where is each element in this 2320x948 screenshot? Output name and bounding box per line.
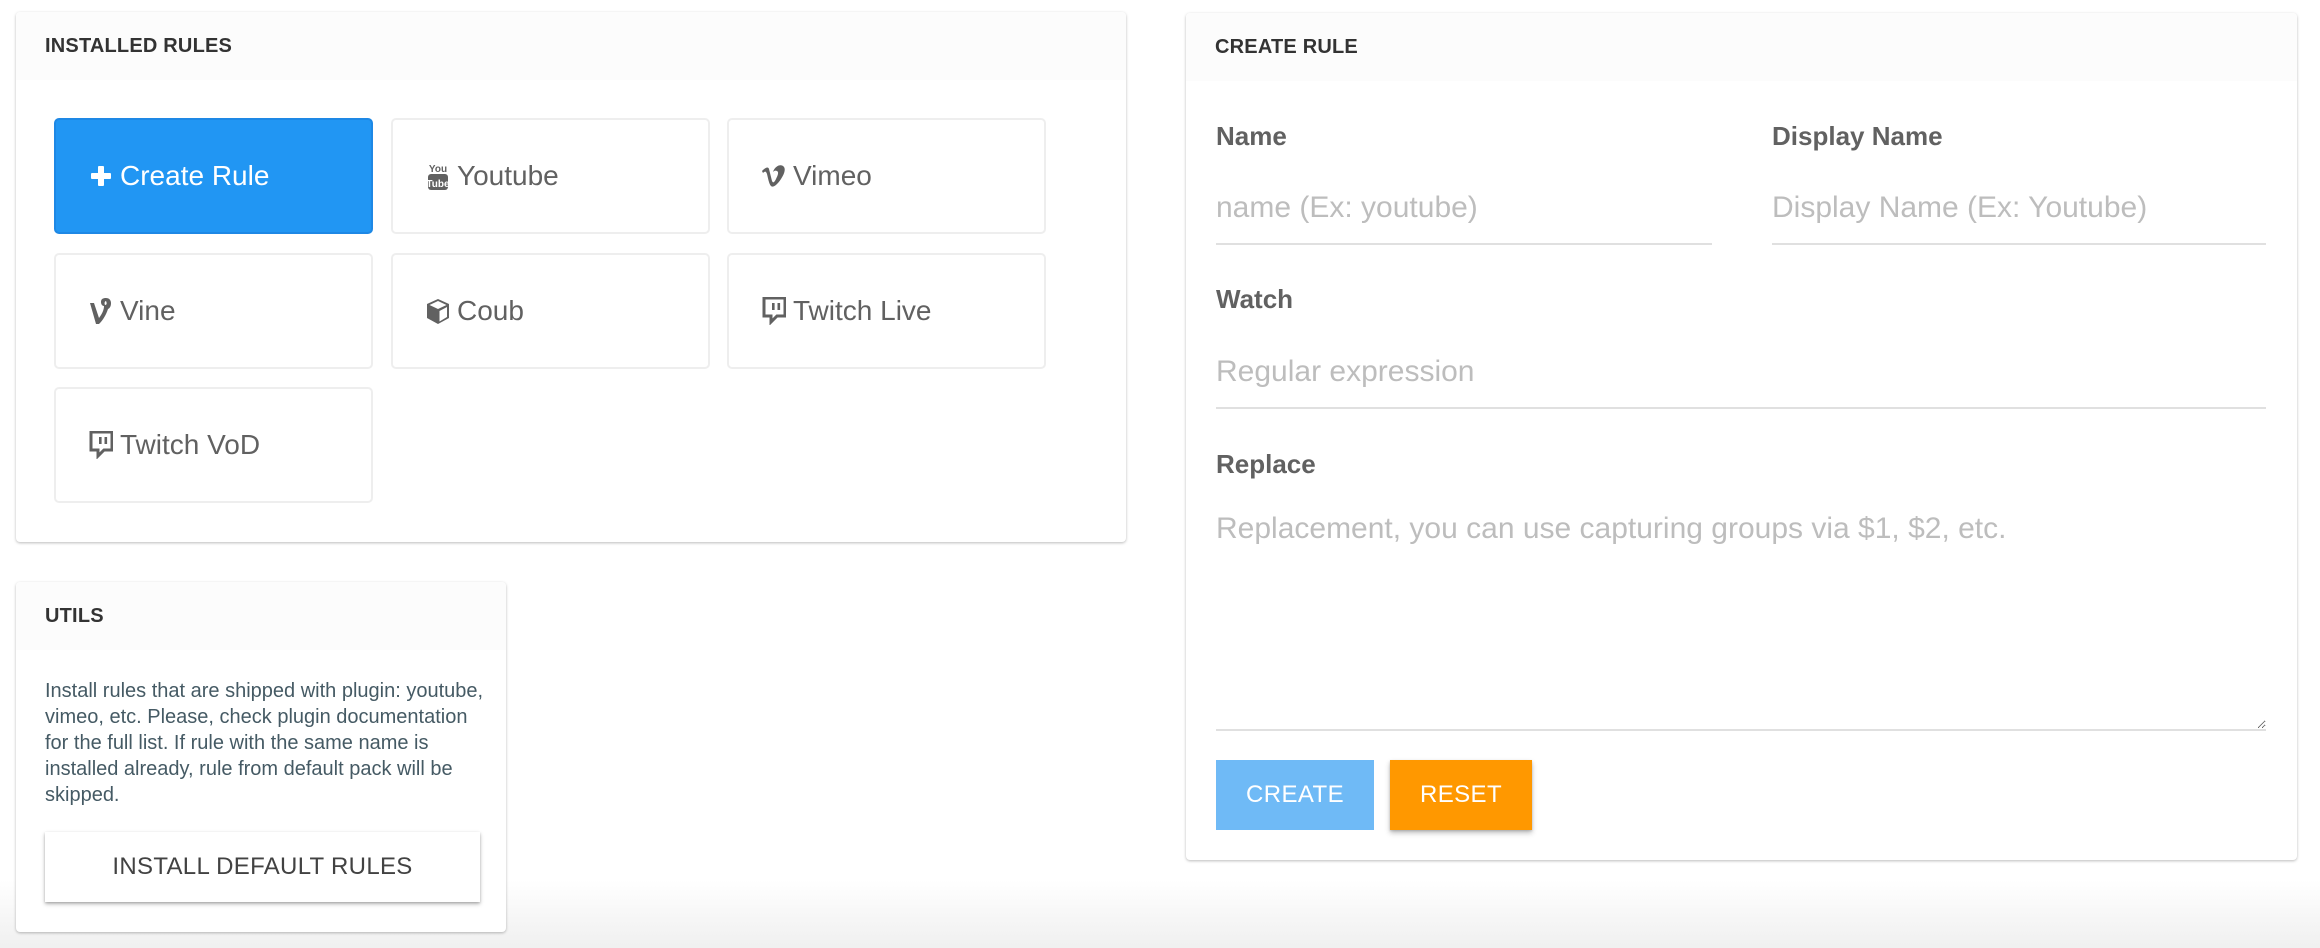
plus-icon xyxy=(88,161,114,191)
rule-tile-twitch-vod[interactable]: Twitch VoD xyxy=(54,387,373,503)
rule-tile-vimeo[interactable]: Vimeo xyxy=(727,118,1046,234)
watch-input[interactable] xyxy=(1216,349,2266,409)
installed-rules-header: INSTALLED RULES xyxy=(16,12,1126,80)
install-default-rules-button[interactable]: INSTALL DEFAULT RULES xyxy=(45,832,480,902)
create-rule-tile[interactable]: Create Rule xyxy=(54,118,373,234)
coub-cube-icon xyxy=(425,296,451,326)
utils-header: UTILS xyxy=(16,582,506,650)
rule-tile-label: Coub xyxy=(457,295,524,326)
svg-text:Tube: Tube xyxy=(427,179,449,190)
installed-rules-card: INSTALLED RULES Create Rule You Tube You… xyxy=(16,12,1126,542)
display-name-input[interactable] xyxy=(1772,185,2266,245)
rule-tile-label: Vimeo xyxy=(793,160,872,191)
utils-title: UTILS xyxy=(45,604,104,627)
rule-tile-youtube[interactable]: You Tube Youtube xyxy=(391,118,710,234)
name-input[interactable] xyxy=(1216,185,1712,245)
installed-rules-title: INSTALLED RULES xyxy=(45,34,233,57)
rule-tile-label: Vine xyxy=(120,295,176,326)
replace-textarea[interactable] xyxy=(1216,509,2266,731)
youtube-icon: You Tube xyxy=(425,161,451,191)
reset-button[interactable]: RESET xyxy=(1390,760,1532,830)
name-label: Name xyxy=(1216,121,1287,151)
twitch-icon xyxy=(88,430,114,460)
rule-tile-vine[interactable]: Vine xyxy=(54,253,373,369)
rule-tile-coub[interactable]: Coub xyxy=(391,253,710,369)
rule-tile-label: Twitch Live xyxy=(793,295,932,326)
create-rule-tile-label: Create Rule xyxy=(120,160,270,191)
rule-tile-label: Twitch VoD xyxy=(120,429,261,460)
twitch-icon xyxy=(761,296,787,326)
display-name-label: Display Name xyxy=(1772,121,1943,151)
create-rule-title: CREATE RULE xyxy=(1215,35,1358,58)
svg-text:You: You xyxy=(429,164,447,175)
utils-card: UTILS Install rules that are shipped wit… xyxy=(16,582,506,932)
create-button[interactable]: CREATE xyxy=(1216,760,1374,830)
create-rule-header: CREATE RULE xyxy=(1186,13,2297,81)
rule-tile-twitch-live[interactable]: Twitch Live xyxy=(727,253,1046,369)
utils-description: Install rules that are shipped with plug… xyxy=(45,680,484,806)
rule-tile-label: Youtube xyxy=(457,160,559,191)
watch-label: Watch xyxy=(1216,284,1294,314)
vimeo-icon xyxy=(761,161,787,191)
vine-icon xyxy=(88,296,114,326)
replace-label: Replace xyxy=(1216,449,1316,479)
create-rule-card: CREATE RULE Name Display Name Watch Repl… xyxy=(1186,13,2297,860)
